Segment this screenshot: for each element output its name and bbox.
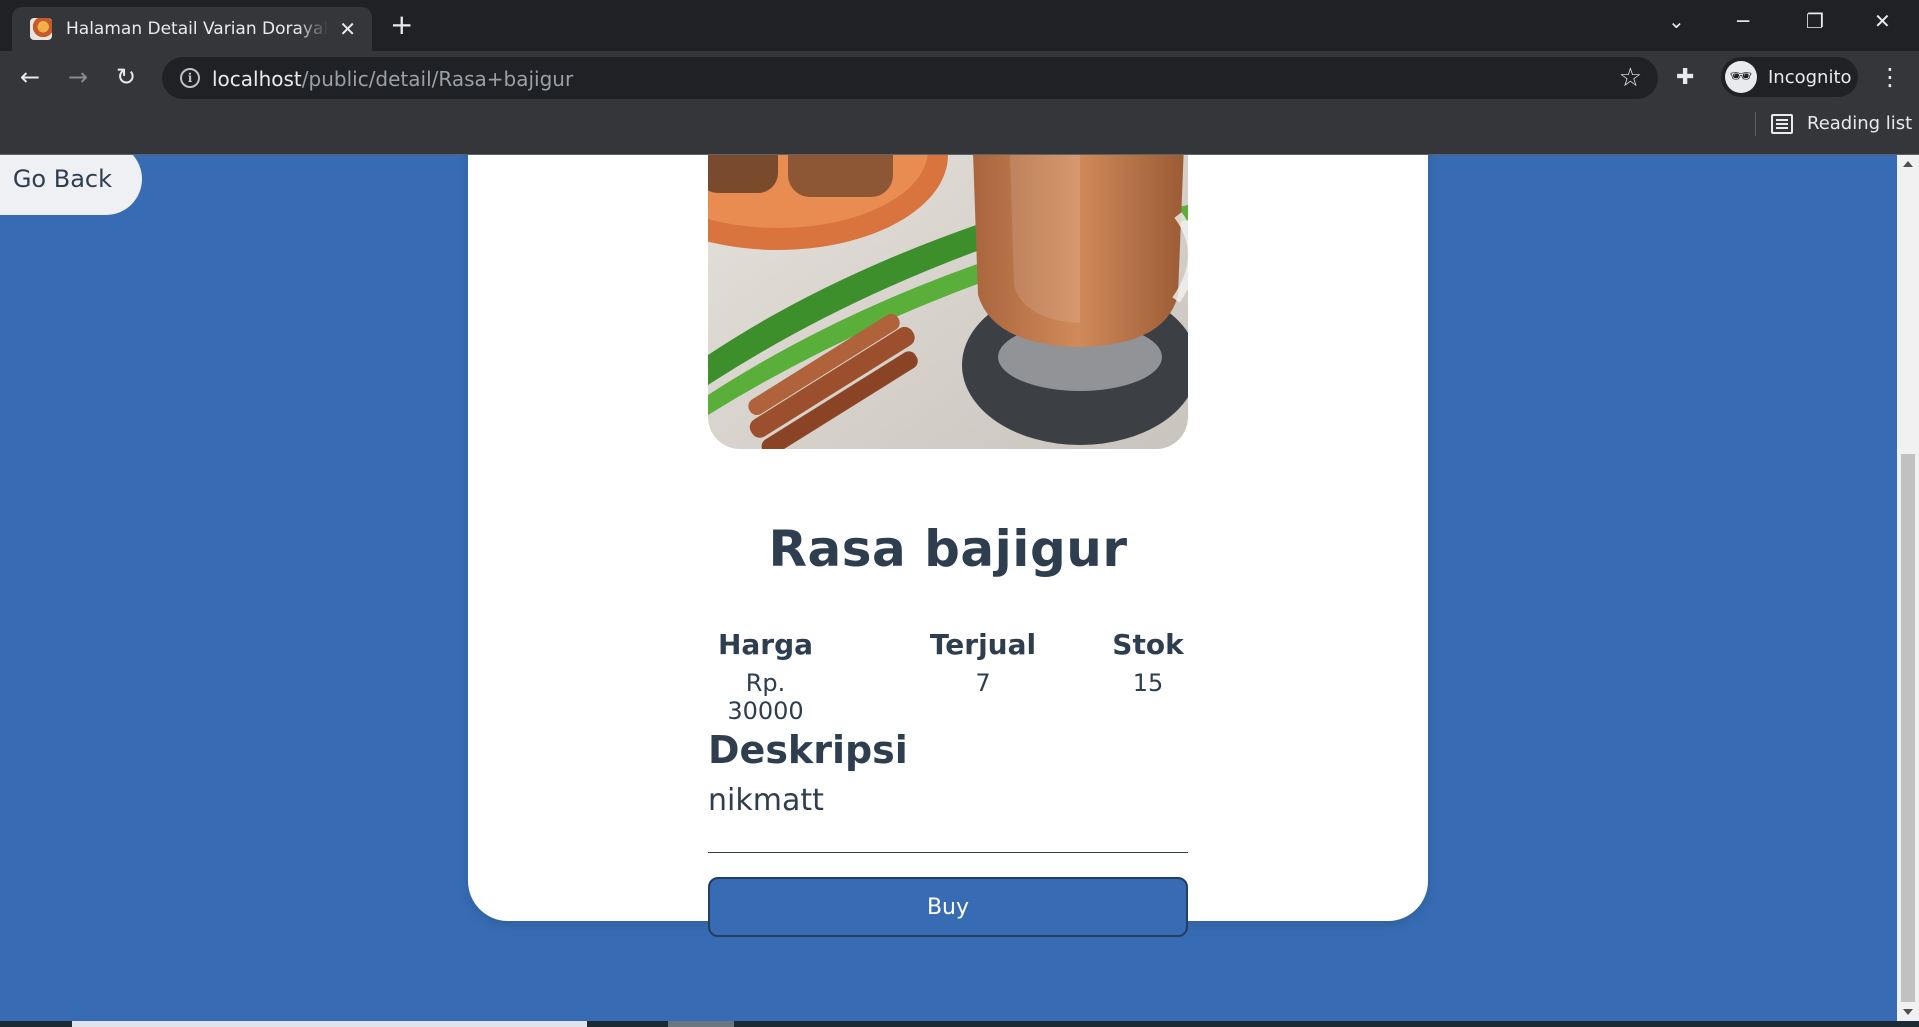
profile-button[interactable]: 🕶 Incognito — [1721, 57, 1858, 97]
tab-strip: Halaman Detail Varian Dorayaki Rasa baji… — [0, 0, 1919, 51]
incognito-icon: 🕶 — [1725, 61, 1757, 93]
bajigur-drink-illustration — [708, 155, 1188, 449]
bookmarks-bar: Reading list — [0, 103, 1919, 155]
url-path: /public/detail/Rasa+bajigur — [301, 67, 574, 91]
reload-icon[interactable]: ↻ — [116, 63, 136, 91]
new-tab-icon[interactable]: + — [390, 10, 413, 40]
browser-toolbar: ← → ↻ i localhost/public/detail/Rasa+baj… — [0, 51, 1919, 103]
menu-icon[interactable]: ⋮ — [1878, 63, 1902, 91]
description-text: nikmatt — [708, 783, 824, 818]
window-close-icon[interactable]: ✕ — [1874, 6, 1891, 36]
minimize-icon[interactable]: ─ — [1737, 6, 1749, 36]
product-title: Rasa bajigur — [768, 520, 1128, 578]
browser-tab[interactable]: Halaman Detail Varian Dorayaki Rasa baji… — [12, 7, 372, 51]
scroll-up-icon[interactable] — [1903, 161, 1913, 167]
scroll-down-icon[interactable] — [1903, 1009, 1913, 1015]
site-info-icon[interactable]: i — [180, 68, 200, 88]
buy-button[interactable]: Buy — [708, 877, 1188, 937]
bookmark-star-icon[interactable]: ☆ — [1619, 63, 1642, 93]
go-back-button[interactable]: Go Back — [0, 155, 142, 215]
extensions-icon[interactable]: ✚ — [1676, 65, 1694, 91]
stat-label: Stok — [1112, 628, 1184, 661]
stat-stok: Stok 15 — [1108, 628, 1188, 697]
stat-harga: Harga Rp. 30000 — [708, 628, 823, 725]
taskbar-item[interactable] — [668, 1021, 734, 1027]
stat-label: Harga — [717, 628, 814, 661]
product-image — [708, 155, 1188, 449]
back-icon[interactable]: ← — [20, 63, 40, 91]
product-card: Rasa bajigur Harga Rp. 30000 Terjual 7 S… — [468, 155, 1428, 937]
reading-list-button[interactable]: Reading list — [1771, 113, 1912, 134]
url-text[interactable]: localhost/public/detail/Rasa+bajigur — [212, 67, 573, 91]
tab-title: Halaman Detail Varian Dorayaki Rasa baji… — [66, 19, 328, 39]
stat-terjual: Terjual 7 — [908, 628, 1058, 697]
reading-list-label: Reading list — [1807, 113, 1913, 134]
divider — [708, 852, 1188, 853]
stat-label: Terjual — [929, 628, 1037, 661]
tab-close-icon[interactable]: ✕ — [339, 17, 356, 41]
scrollbar-thumb[interactable] — [1901, 454, 1915, 1002]
url-host: localhost — [212, 67, 302, 91]
stat-value: Rp. 30000 — [727, 669, 804, 725]
tab-favicon-icon — [30, 18, 52, 40]
description-heading: Deskripsi — [708, 728, 908, 772]
page-viewport: Go Back Rasa bajigur Harga Rp. 30000 Ter… — [0, 155, 1897, 1021]
taskbar-item[interactable] — [72, 1021, 587, 1027]
address-bar[interactable]: i localhost/public/detail/Rasa+bajigur ☆ — [162, 57, 1658, 99]
stat-value: 15 — [1132, 669, 1164, 697]
stat-value: 7 — [975, 669, 991, 697]
scrollbar[interactable] — [1897, 155, 1919, 1021]
tab-search-icon[interactable]: ⌄ — [1668, 6, 1685, 36]
forward-icon[interactable]: → — [68, 63, 88, 91]
restore-icon[interactable]: ❐ — [1806, 6, 1824, 36]
profile-label: Incognito — [1768, 66, 1852, 88]
reading-list-icon — [1771, 113, 1793, 134]
bookmarks-divider — [1755, 112, 1756, 136]
taskbar — [0, 1021, 1919, 1027]
